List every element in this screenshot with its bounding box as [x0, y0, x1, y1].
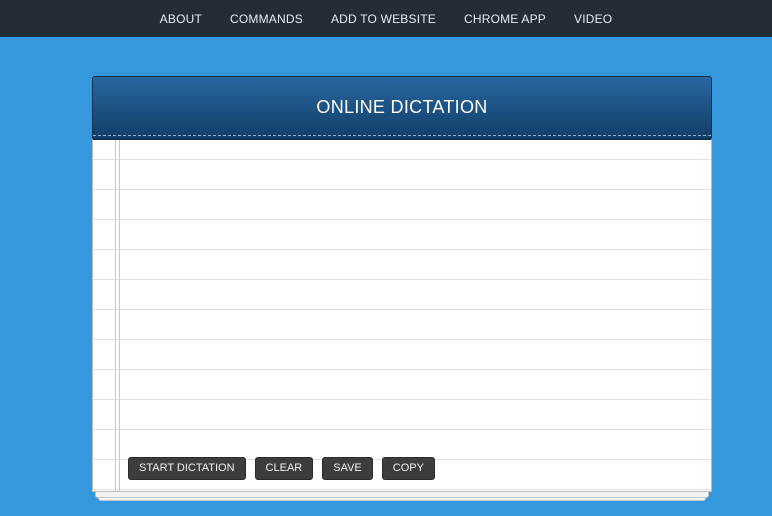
dictation-textarea[interactable] [127, 146, 701, 441]
clear-button[interactable]: CLEAR [254, 457, 314, 480]
nav-link-commands[interactable]: COMMANDS [230, 12, 303, 26]
paper-stack-edge [95, 492, 709, 498]
top-navigation: ABOUT COMMANDS ADD TO WEBSITE CHROME APP… [0, 0, 772, 37]
panel-header: ONLINE DICTATION [92, 76, 712, 138]
notepad-paper: START DICTATION CLEAR SAVE COPY [92, 138, 712, 492]
action-buttons: START DICTATION CLEAR SAVE COPY [128, 457, 444, 480]
copy-button[interactable]: COPY [381, 457, 435, 480]
margin-line [119, 140, 120, 491]
margin-line [115, 140, 116, 491]
nav-link-chrome-app[interactable]: CHROME APP [464, 12, 546, 26]
save-button[interactable]: SAVE [322, 457, 373, 480]
nav-link-add-to-website[interactable]: ADD TO WEBSITE [331, 12, 436, 26]
nav-link-video[interactable]: VIDEO [574, 12, 612, 26]
start-dictation-button[interactable]: START DICTATION [128, 457, 246, 480]
dictation-panel: ONLINE DICTATION START DICTATION CLEAR S… [92, 76, 712, 501]
panel-title: ONLINE DICTATION [316, 97, 488, 117]
nav-link-about[interactable]: ABOUT [160, 12, 202, 26]
